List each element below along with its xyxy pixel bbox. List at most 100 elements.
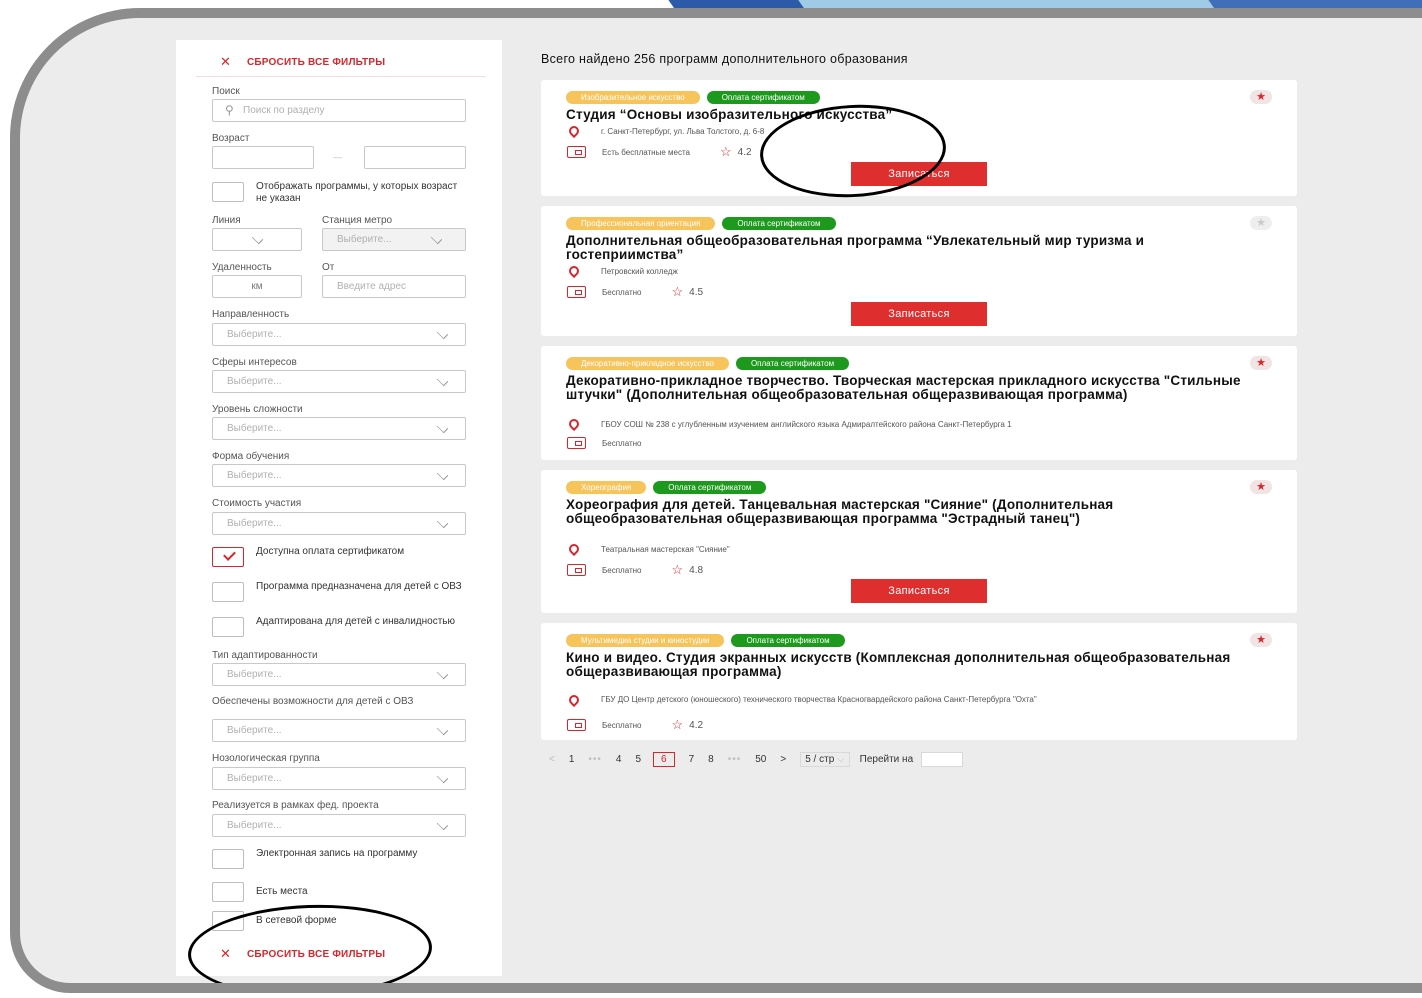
card-price-row: Бесплатно ☆ 4.8 [567, 562, 703, 578]
age-to-input[interactable] [364, 146, 466, 169]
e-enroll-label: Электронная запись на программу [256, 848, 418, 859]
has-places-checkbox[interactable] [212, 882, 244, 902]
study-form-select[interactable]: Выберите... [212, 464, 466, 487]
address-input[interactable]: Введите адрес [322, 275, 466, 298]
federal-project-select[interactable]: Выберите... [212, 814, 466, 837]
card-title[interactable]: Декоративно-прикладное творчество. Творч… [566, 374, 1256, 401]
cert-pay-checkbox[interactable] [212, 547, 244, 567]
enroll-button[interactable]: Записаться [851, 579, 987, 603]
goto-page-input[interactable] [921, 751, 964, 767]
cost-placeholder: Выберите... [227, 518, 282, 529]
card-title[interactable]: Дополнительная общеобразовательная прогр… [566, 234, 1256, 261]
ovz-opportunities-select[interactable]: Выберите... [212, 719, 466, 742]
card-title[interactable]: Хореография для детей. Танцевальная маст… [566, 498, 1256, 525]
ovz-label: Программа предназначена для детей с ОВЗ [256, 581, 462, 592]
rating-star-icon: ☆ [671, 562, 684, 577]
current-page[interactable]: 6 [653, 751, 675, 767]
program-card[interactable]: Мультимедиа студии и киностудии Оплата с… [541, 623, 1297, 740]
program-card[interactable]: Хореография Оплата сертификатом ★ Хореог… [541, 470, 1297, 613]
page-ellipsis[interactable]: ••• [728, 754, 742, 765]
chevron-down-icon [436, 327, 449, 340]
page-link[interactable]: 5 [635, 754, 641, 765]
program-card[interactable]: Профессиональная ориентация Оплата серти… [541, 206, 1297, 336]
line-select[interactable] [212, 228, 302, 251]
adaptation-type-select[interactable]: Выберите... [212, 663, 466, 686]
card-price: Бесплатно [602, 720, 642, 730]
e-enroll-checkbox[interactable] [212, 849, 244, 869]
ovz-opportunities-label: Обеспечены возможности для детей с ОВЗ [212, 696, 414, 707]
card-price: Бесплатно [602, 287, 642, 297]
rating-value: 4.5 [689, 286, 704, 298]
favorite-star-icon[interactable]: ★ [1250, 356, 1272, 370]
card-address-row: г. Санкт-Петербург, ул. Льва Толстого, д… [566, 123, 765, 139]
reset-filters-label: СБРОСИТЬ ВСЕ ФИЛЬТРЫ [247, 56, 386, 68]
interests-select[interactable]: Выберите... [212, 370, 466, 393]
network-checkbox[interactable] [212, 911, 244, 931]
category-badge: Декоративно-прикладное искусство [566, 357, 729, 370]
category-badge: Хореография [566, 481, 647, 494]
search-icon: ⚲ [225, 103, 234, 117]
distance-input[interactable]: км [212, 275, 302, 298]
card-title[interactable]: Студия “Основы изобразительного искусств… [566, 108, 1256, 122]
difficulty-select[interactable]: Выберите... [212, 417, 466, 440]
search-label: Поиск [212, 86, 240, 97]
adaptation-type-placeholder: Выберите... [227, 669, 282, 680]
card-address: Театральная мастерская "Сияние" [601, 544, 730, 554]
card-address: г. Санкт-Петербург, ул. Льва Толстого, д… [601, 126, 765, 136]
page-ellipsis[interactable]: ••• [588, 754, 602, 765]
federal-project-placeholder: Выберите... [227, 820, 282, 831]
program-card[interactable]: Изобразительное искусство Оплата сертифи… [541, 80, 1297, 196]
direction-placeholder: Выберите... [227, 329, 282, 340]
card-rating: ☆ 4.8 [672, 562, 704, 578]
card-address-row: Петровский колледж [566, 263, 678, 279]
page-link[interactable]: 1 [569, 754, 575, 765]
cost-select[interactable]: Выберите... [212, 512, 466, 535]
card-rating: ☆ 4.5 [672, 284, 704, 300]
reset-filters-button-bottom[interactable]: ✕ СБРОСИТЬ ВСЕ ФИЛЬТРЫ [176, 940, 502, 968]
favorite-star-icon[interactable]: ★ [1250, 216, 1272, 230]
reset-filters-button-top[interactable]: ✕ СБРОСИТЬ ВСЕ ФИЛЬТРЫ [176, 48, 502, 76]
close-icon: ✕ [220, 946, 232, 961]
enroll-button[interactable]: Записаться [851, 302, 987, 326]
direction-select[interactable]: Выберите... [212, 323, 466, 346]
page-size-select[interactable]: 5 / стр ⌵ [800, 751, 850, 767]
enroll-button[interactable]: Записаться [851, 162, 987, 186]
prev-page-button[interactable]: < [549, 754, 555, 765]
card-title[interactable]: Кино и видео. Студия экранных искусств (… [566, 651, 1256, 678]
page-link[interactable]: 7 [689, 754, 695, 765]
study-form-label: Форма обучения [212, 451, 290, 462]
category-badge: Профессиональная ориентация [566, 217, 716, 230]
chevron-down-icon: ⌵ [837, 753, 845, 765]
favorite-star-icon[interactable]: ★ [1250, 480, 1272, 494]
search-input[interactable]: ⚲ Поиск по разделу [212, 99, 466, 122]
page-link[interactable]: 4 [616, 754, 622, 765]
next-page-button[interactable]: > [780, 754, 786, 765]
chevron-down-icon [436, 516, 449, 529]
metro-select[interactable]: Выберите... [322, 228, 466, 251]
rating-value: 4.8 [689, 564, 704, 576]
favorite-star-icon[interactable]: ★ [1250, 633, 1272, 647]
age-label: Возраст [212, 133, 250, 144]
certificate-badge: Оплата сертификатом [706, 91, 820, 104]
page-link[interactable]: 8 [708, 754, 714, 765]
divider [196, 76, 486, 77]
card-price-row: Бесплатно ☆ 4.2 [567, 717, 703, 733]
age-unspecified-checkbox[interactable] [212, 182, 244, 202]
from-label: От [322, 262, 335, 273]
favorite-star-icon[interactable]: ★ [1250, 90, 1272, 104]
card-price-row: Бесплатно [567, 437, 642, 449]
page-link[interactable]: 50 [755, 754, 766, 765]
card-address: ГБОУ СОШ № 238 с углубленным изучением а… [601, 419, 1012, 429]
certificate-badge: Оплата сертификатом [731, 634, 845, 647]
federal-project-label: Реализуется в рамках фед. проекта [212, 800, 379, 811]
nosology-select[interactable]: Выберите... [212, 767, 466, 790]
program-card[interactable]: Декоративно-прикладное искусство Оплата … [541, 346, 1297, 460]
card-badges: Изобразительное искусство Оплата сертифи… [566, 91, 820, 104]
rating-value: 4.2 [737, 146, 752, 158]
network-label: В сетевой форме [256, 915, 337, 926]
age-from-input[interactable] [212, 146, 314, 169]
ovz-checkbox[interactable] [212, 582, 244, 602]
card-price: Есть бесплатные места [602, 147, 690, 157]
card-badges: Хореография Оплата сертификатом [566, 481, 767, 494]
disabled-checkbox[interactable] [212, 617, 244, 637]
